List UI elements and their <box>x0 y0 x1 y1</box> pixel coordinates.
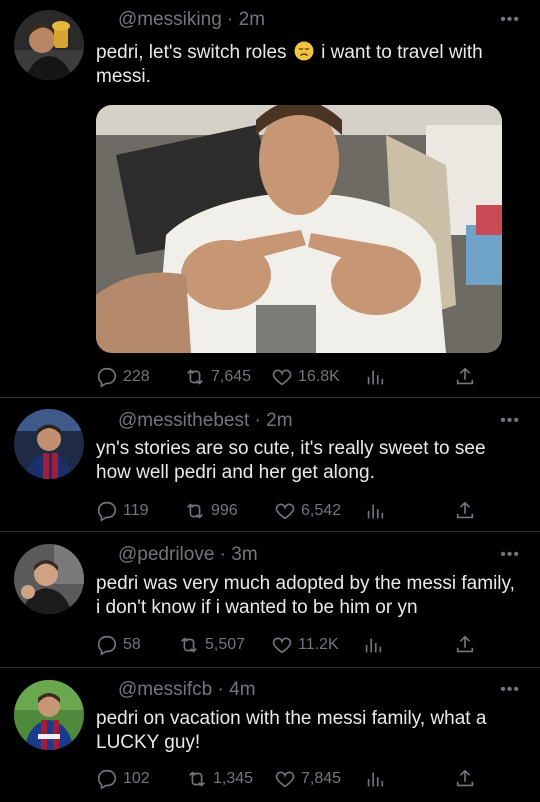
like-count: 7,845 <box>301 770 342 787</box>
timestamp[interactable]: 3m <box>231 544 257 565</box>
tweet-feed: @messiking · 2m ••• pedri, let's switch … <box>0 0 540 802</box>
avatar-image <box>14 544 84 614</box>
avatar[interactable] <box>14 10 84 80</box>
separator: · <box>221 9 239 30</box>
user-handle[interactable]: @messithebest <box>118 410 249 431</box>
tweet[interactable]: @messiking · 2m ••• pedri, let's switch … <box>0 0 540 398</box>
reply-count: 58 <box>123 636 141 653</box>
analytics-icon <box>365 638 382 653</box>
user-handle[interactable]: @pedrilove <box>118 544 214 565</box>
tweet-actions: 102 1,345 7,845 <box>96 766 476 792</box>
retweet-icon <box>187 503 203 519</box>
timestamp[interactable]: 2m <box>266 410 292 431</box>
retweet-icon <box>187 369 203 385</box>
tweet-actions: 119 996 6,542 <box>96 498 476 524</box>
tweet-text: pedri on vacation with the messi family,… <box>96 708 487 753</box>
reply-count: 228 <box>123 368 150 385</box>
tweet[interactable]: @messifcb · 4m ••• pedri on vacation wit… <box>0 668 540 802</box>
reply-icon <box>97 635 117 656</box>
heart-icon <box>272 637 292 654</box>
more-options-icon[interactable]: ••• <box>500 546 520 564</box>
separator: · <box>212 679 230 700</box>
like-count: 16.8K <box>298 368 340 385</box>
retweet-count: 1,345 <box>213 770 254 787</box>
share-button[interactable] <box>454 364 481 390</box>
views-button[interactable] <box>364 766 391 792</box>
share-button[interactable] <box>454 498 481 524</box>
tweet-header: @messiking · 2m <box>118 9 265 31</box>
views-button[interactable] <box>364 498 391 524</box>
user-handle[interactable]: @messiking <box>118 9 222 30</box>
separator: · <box>214 544 232 565</box>
retweet-count: 5,507 <box>205 636 246 653</box>
tweet-text-part: pedri, let's switch roles <box>96 42 287 63</box>
tweet[interactable]: @messithebest · 2m ••• yn's stories are … <box>0 398 540 532</box>
reply-icon <box>97 367 117 388</box>
like-button[interactable]: 6,542 <box>274 498 341 524</box>
heart-icon <box>275 503 295 520</box>
reply-count: 119 <box>123 502 149 519</box>
like-button[interactable]: 16.8K <box>271 364 340 390</box>
retweet-count: 7,645 <box>211 368 252 385</box>
more-options-icon[interactable]: ••• <box>500 681 520 699</box>
avatar[interactable] <box>14 409 84 479</box>
reply-button[interactable]: 119 <box>96 498 149 524</box>
analytics-icon <box>367 370 384 385</box>
avatar-image <box>14 409 84 479</box>
reply-icon <box>97 769 117 790</box>
reply-icon <box>97 501 117 522</box>
reply-count: 102 <box>123 770 150 787</box>
tweet-image[interactable] <box>96 105 502 353</box>
retweet-button[interactable]: 1,345 <box>186 766 253 792</box>
retweet-button[interactable]: 5,507 <box>178 632 245 658</box>
tweet-text: pedri, let's switch roles i want to trav… <box>96 41 522 89</box>
avatar-image <box>14 10 84 80</box>
separator: · <box>249 410 267 431</box>
retweet-count: 996 <box>211 502 238 519</box>
retweet-button[interactable]: 7,645 <box>184 364 251 390</box>
share-icon <box>456 367 474 385</box>
user-handle[interactable]: @messifcb <box>118 679 212 700</box>
analytics-icon <box>367 504 384 519</box>
retweet-icon <box>189 771 205 787</box>
tweet-header: @messifcb · 4m <box>118 679 256 701</box>
share-button[interactable] <box>454 632 481 658</box>
avatar[interactable] <box>14 680 84 750</box>
tweet-actions: 228 7,645 16.8K <box>96 364 476 390</box>
reply-button[interactable]: 102 <box>96 766 150 792</box>
heart-icon <box>272 369 292 386</box>
share-button[interactable] <box>454 766 481 792</box>
tweet-actions: 58 5,507 11.2K <box>96 632 476 658</box>
photo-man-pointing <box>96 105 502 353</box>
tweet-text: yn's stories are so cute, it's really sw… <box>96 438 486 483</box>
like-button[interactable]: 11.2K <box>271 632 339 658</box>
like-count: 11.2K <box>298 636 339 653</box>
tweet[interactable]: @pedrilove · 3m ••• pedri was very much … <box>0 532 540 668</box>
disappointed-face-icon <box>294 41 314 61</box>
heart-icon <box>275 771 295 788</box>
share-icon <box>456 501 474 519</box>
like-button[interactable]: 7,845 <box>274 766 341 792</box>
tweet-header: @pedrilove · 3m <box>118 544 258 566</box>
timestamp[interactable]: 2m <box>239 9 265 30</box>
timestamp[interactable]: 4m <box>229 679 255 700</box>
more-options-icon[interactable]: ••• <box>500 11 520 29</box>
share-icon <box>456 769 474 787</box>
avatar-image <box>14 680 84 750</box>
analytics-icon <box>367 772 384 787</box>
more-options-icon[interactable]: ••• <box>500 412 520 430</box>
like-count: 6,542 <box>301 502 342 519</box>
retweet-icon <box>181 637 197 653</box>
share-icon <box>456 635 474 653</box>
views-button[interactable] <box>364 364 391 390</box>
reply-button[interactable]: 58 <box>96 632 141 658</box>
tweet-header: @messithebest · 2m <box>118 410 293 432</box>
tweet-text: pedri was very much adopted by the messi… <box>96 573 515 618</box>
views-button[interactable] <box>362 632 389 658</box>
retweet-button[interactable]: 996 <box>184 498 238 524</box>
avatar[interactable] <box>14 544 84 614</box>
reply-button[interactable]: 228 <box>96 364 150 390</box>
